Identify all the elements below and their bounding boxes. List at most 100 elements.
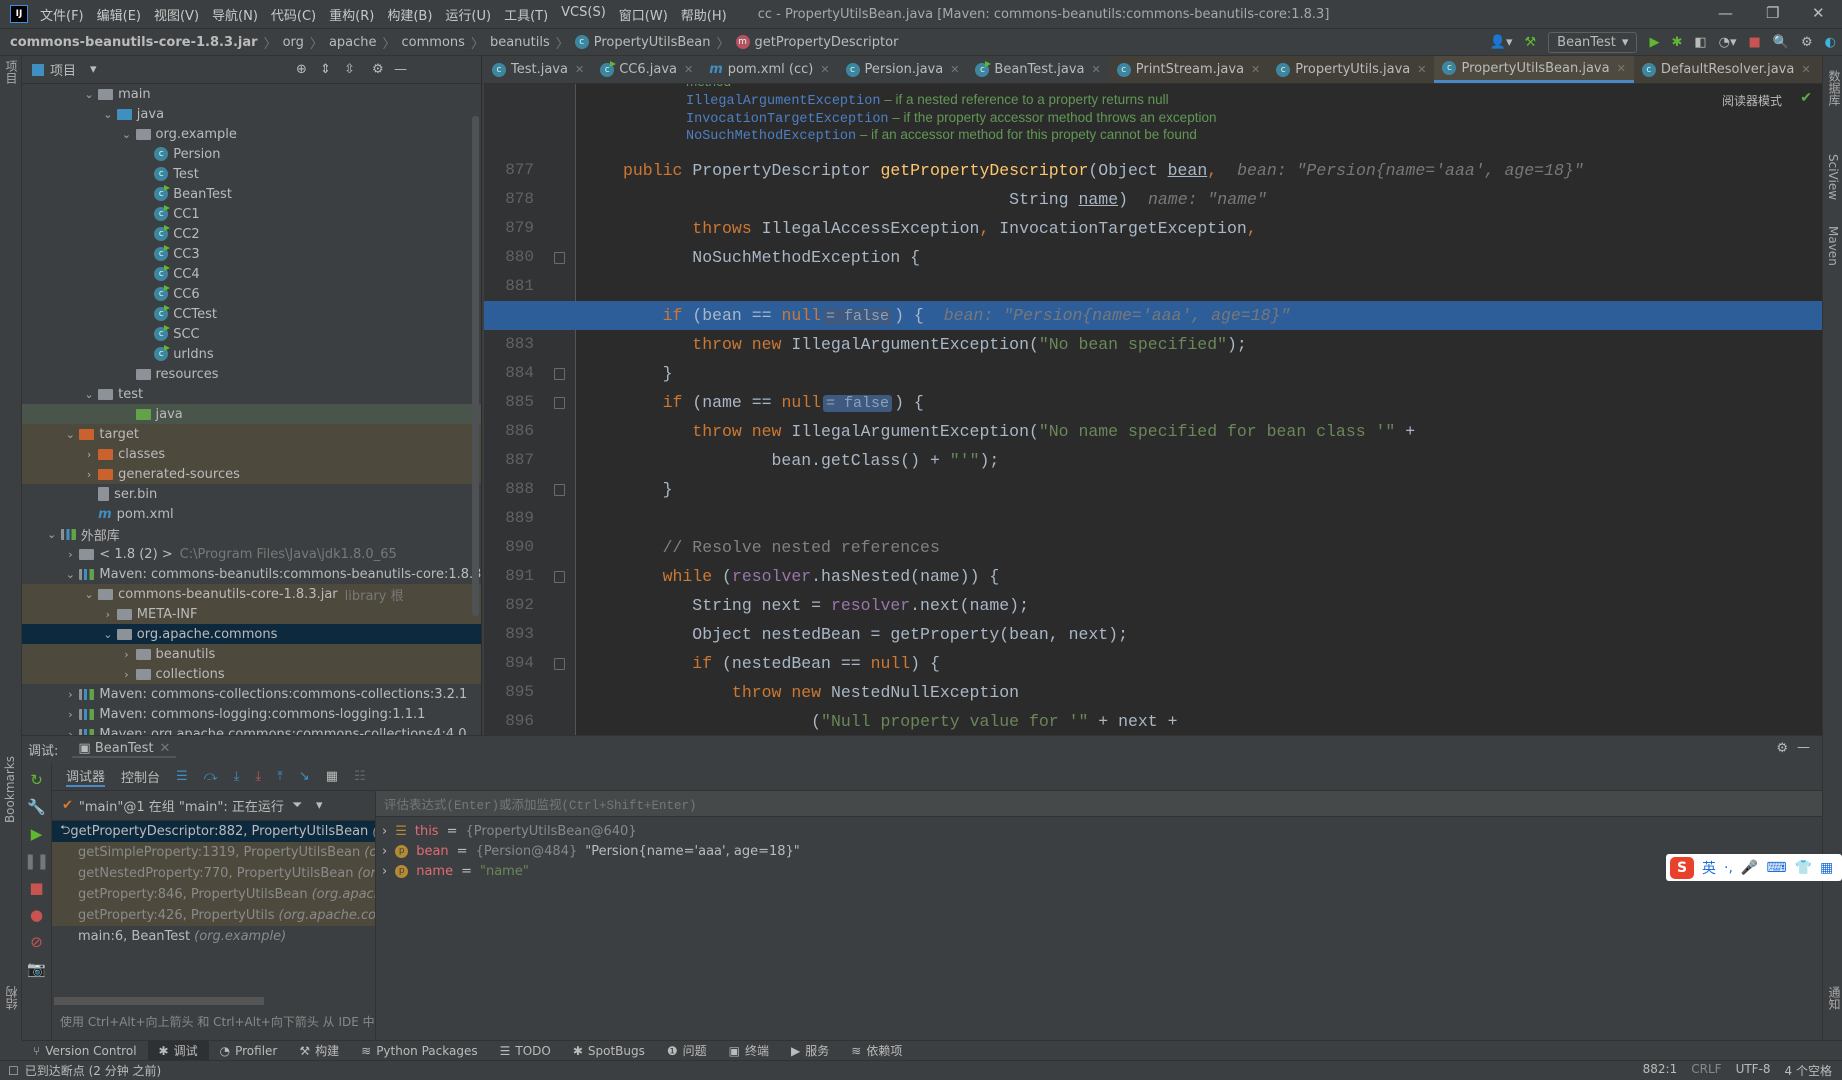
line-number[interactable]: 890	[484, 538, 534, 556]
line-number[interactable]: 881	[484, 277, 534, 295]
gear-icon[interactable]: ⚙	[1801, 35, 1813, 50]
tree-item[interactable]: c BeanTest	[22, 184, 481, 204]
rerun-icon[interactable]: ↻	[30, 771, 43, 789]
tree-item[interactable]: ⌄ org.example	[22, 124, 481, 144]
tab-printstream-java[interactable]: c PrintStream.java ✕	[1108, 56, 1269, 83]
stack-frame[interactable]: getProperty:846, PropertyUtilsBean (org.a…	[52, 884, 375, 905]
thread-select[interactable]: ✔ "main"@1 在组 "main": 正在运行 ⏷ ▾	[52, 791, 375, 821]
close-icon[interactable]: ✕	[1801, 63, 1810, 76]
line-number[interactable]: 891	[484, 567, 534, 585]
chevron-right-icon[interactable]: ›	[99, 608, 117, 621]
close-icon[interactable]: ✕	[1092, 63, 1101, 76]
tab-propertyutilsbean-java[interactable]: c PropertyUtilsBean.java ✕	[1434, 56, 1634, 83]
indent-setting[interactable]: 4 个空格	[1785, 1062, 1832, 1079]
tree-item[interactable]: ser.bin	[22, 484, 481, 504]
tree-item[interactable]: c CCTest	[22, 304, 481, 324]
menu-item[interactable]: 视图(V)	[154, 5, 199, 24]
trace-icon[interactable]: ☷	[354, 769, 366, 784]
tree-item[interactable]: ⌄ org.apache.commons	[22, 624, 481, 644]
tree-item[interactable]: m pom.xml	[22, 504, 481, 524]
line-separator[interactable]: CRLF	[1691, 1062, 1721, 1079]
debug-icon[interactable]: ✱	[1671, 35, 1682, 50]
filter-icon[interactable]: ⏷	[292, 798, 302, 813]
line-number[interactable]: 883	[484, 335, 534, 353]
project-panel-title[interactable]: 项目	[50, 60, 76, 79]
structure-tool-button[interactable]: 结构	[3, 986, 20, 1010]
tree-item[interactable]: ⌄ java	[22, 104, 481, 124]
close-icon[interactable]: ✕	[1251, 63, 1260, 76]
plugin-icon[interactable]: ◐	[1825, 35, 1836, 50]
tree-item[interactable]: › Maven: commons-collections:commons-coll…	[22, 684, 481, 704]
run-config-select[interactable]: BeanTest ▾	[1548, 32, 1638, 53]
breadcrumb-item[interactable]: PropertyUtilsBean	[594, 35, 711, 50]
grid-icon[interactable]: ▦	[1820, 860, 1833, 876]
menu-item[interactable]: 重构(R)	[329, 5, 374, 24]
reader-mode-button[interactable]: 阅读器模式	[1722, 92, 1782, 109]
keyboard-icon[interactable]: ⌨	[1766, 860, 1786, 876]
close-icon[interactable]: ✕	[575, 63, 584, 76]
close-icon[interactable]: ✕	[160, 741, 171, 756]
tree-item[interactable]: › classes	[22, 444, 481, 464]
inspection-ok-icon[interactable]: ✔	[1800, 90, 1812, 107]
tab-debugger[interactable]: 调试器	[66, 766, 106, 787]
line-number[interactable]: 889	[484, 509, 534, 527]
ime-mode[interactable]: 英	[1702, 858, 1716, 878]
tab-defaultresolver-java[interactable]: c DefaultResolver.java ✕	[1633, 56, 1819, 83]
stop-icon[interactable]: ■	[29, 879, 43, 897]
chevron-down-icon[interactable]: ▾	[316, 798, 323, 813]
camera-icon[interactable]: 📷	[27, 960, 46, 978]
notifications-tool-button[interactable]: 通知	[1826, 986, 1842, 1010]
hide-icon[interactable]: —	[394, 62, 407, 77]
tab-beantest-java[interactable]: c BeanTest.java ✕	[967, 56, 1108, 83]
tree-item[interactable]: › Maven: org.apache.commons:commons-colle…	[22, 724, 481, 736]
tree-item[interactable]: ⌄ 外部库	[22, 524, 481, 544]
tool-tab[interactable]: ≋ Python Packages	[350, 1041, 488, 1061]
force-step-into-icon[interactable]: ⤓	[255, 769, 261, 784]
step-over-icon[interactable]: ⤼	[204, 769, 218, 784]
wrench-icon[interactable]: 🔧	[27, 798, 46, 816]
fold-marker-icon[interactable]	[554, 484, 565, 496]
chevron-right-icon[interactable]: ›	[61, 728, 79, 736]
search-icon[interactable]: 🔍	[1773, 35, 1789, 50]
chevron-down-icon[interactable]: ⌄	[80, 388, 98, 401]
maven-tool-button[interactable]: Maven	[1826, 226, 1840, 266]
line-number[interactable]: 880	[484, 248, 534, 266]
tree-item[interactable]: ⌄ commons-beanutils-core-1.8.3.jar library…	[22, 584, 481, 604]
fold-marker-icon[interactable]	[554, 571, 565, 583]
user-icon[interactable]: 👤▾	[1490, 35, 1513, 50]
tool-tab[interactable]: ⑂ Version Control	[22, 1041, 148, 1061]
menu-item[interactable]: VCS(S)	[561, 5, 606, 24]
code-editor[interactable]: 8778788798808818828838848858868878888898…	[484, 84, 1822, 735]
sciview-tool-button[interactable]: SciView	[1826, 154, 1840, 200]
close-icon[interactable]: ✕	[950, 63, 959, 76]
tool-tab[interactable]: ✱ SpotBugs	[562, 1041, 656, 1061]
chevron-down-icon[interactable]: ⌄	[118, 128, 136, 141]
tree-item[interactable]: › beanutils	[22, 644, 481, 664]
breadcrumb-item[interactable]: commons-beanutils-core-1.8.3.jar	[10, 35, 258, 50]
tool-tab[interactable]: ▶ 服务	[780, 1041, 840, 1061]
chevron-right-icon[interactable]: ›	[80, 448, 98, 461]
menu-item[interactable]: 帮助(H)	[681, 5, 727, 24]
evaluate-expression-input[interactable]: 评估表达式(Enter)或添加监视(Ctrl+Shift+Enter)	[376, 791, 1822, 817]
tree-item[interactable]: resources	[22, 364, 481, 384]
build-hammer-icon[interactable]: ⚒	[1525, 35, 1537, 50]
close-icon[interactable]: ✕	[1812, 4, 1825, 22]
coverage-icon[interactable]: ◧	[1694, 35, 1706, 50]
breadcrumb-item[interactable]: getPropertyDescriptor	[755, 35, 899, 50]
tab-console[interactable]: 控制台	[121, 767, 160, 786]
tree-item[interactable]: c CC1	[22, 204, 481, 224]
tree-item[interactable]: c CC4	[22, 264, 481, 284]
line-number[interactable]: 877	[484, 161, 534, 179]
evaluate-icon[interactable]: ▦	[326, 769, 338, 784]
tree-item[interactable]: c CC6	[22, 284, 481, 304]
tab-cc6-java[interactable]: c CC6.java ✕	[592, 56, 701, 83]
fold-marker-icon[interactable]	[554, 397, 565, 409]
line-number[interactable]: 893	[484, 625, 534, 643]
run-icon[interactable]: ▶	[1649, 35, 1659, 50]
chevron-down-icon[interactable]: ⌄	[80, 88, 98, 101]
fold-marker-icon[interactable]	[554, 368, 565, 380]
tree-item[interactable]: › Maven: commons-logging:commons-logging:…	[22, 704, 481, 724]
breadcrumb-item[interactable]: apache	[329, 35, 377, 50]
fold-marker-icon[interactable]	[554, 658, 565, 670]
menu-item[interactable]: 工具(T)	[504, 5, 548, 24]
